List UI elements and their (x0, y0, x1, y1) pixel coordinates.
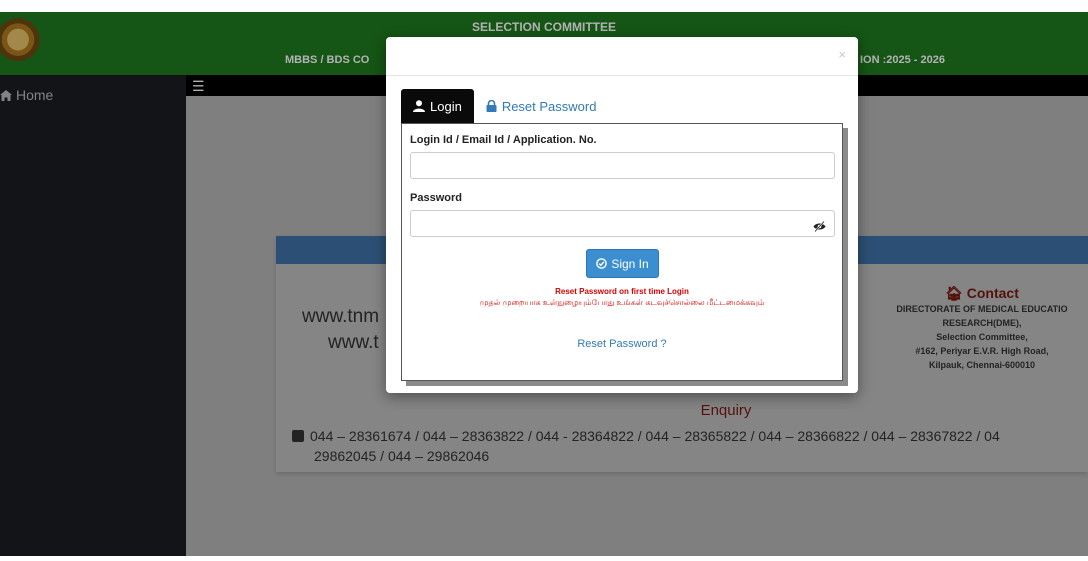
sign-in-button[interactable]: Sign In (586, 249, 659, 278)
password-label: Password (410, 192, 462, 204)
modal-tabs: Login Reset Password (401, 89, 608, 123)
reset-note-tamil: முதல் முறையாக உள்நுழையும்போது உங்கள் கடவ… (479, 298, 765, 307)
check-circle-icon (596, 258, 608, 269)
login-modal: × Login Reset Password Login Id / Email … (386, 37, 858, 393)
tab-login[interactable]: Login (401, 89, 474, 123)
user-icon (413, 100, 425, 112)
eye-slash-icon[interactable] (813, 220, 826, 235)
password-input[interactable] (410, 210, 835, 237)
login-panel: Login Id / Email Id / Application. No. P… (401, 123, 843, 381)
top-strip (0, 0, 1088, 12)
sign-in-label: Sign In (611, 256, 649, 271)
modal-divider (386, 75, 858, 76)
close-icon[interactable]: × (838, 47, 846, 62)
reset-password-link[interactable]: Reset Password ? (402, 338, 842, 350)
login-id-label: Login Id / Email Id / Application. No. (410, 134, 597, 146)
reset-note-english: Reset Password on first time Login (555, 287, 689, 296)
tab-reset-password[interactable]: Reset Password (474, 89, 609, 123)
lock-icon (486, 100, 497, 112)
tab-reset-label: Reset Password (501, 98, 597, 114)
tab-login-label: Login (430, 98, 462, 114)
login-id-input[interactable] (410, 152, 835, 179)
